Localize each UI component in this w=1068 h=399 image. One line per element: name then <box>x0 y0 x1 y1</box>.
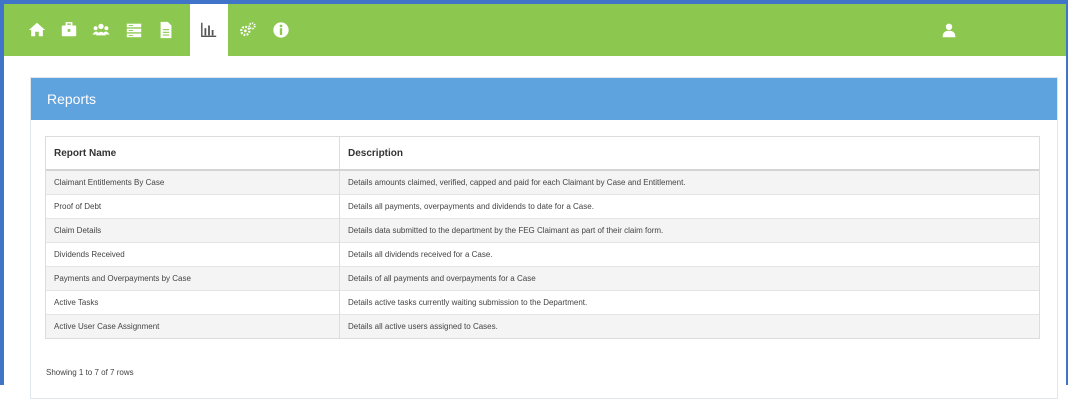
report-name-cell[interactable]: Active Tasks <box>46 290 340 315</box>
window-left-border <box>0 0 4 385</box>
reports-table: Report Name Description Claimant Entitle… <box>45 136 1040 339</box>
table-row[interactable]: Claimant Entitlements By Case Details am… <box>46 169 1039 195</box>
nav-reports[interactable] <box>190 4 228 56</box>
description-cell: Details all payments, overpayments and d… <box>339 194 1039 219</box>
top-navbar <box>4 4 1066 56</box>
report-name-cell[interactable]: Claim Details <box>46 218 340 243</box>
report-name-cell[interactable]: Claimant Entitlements By Case <box>46 169 340 195</box>
table-row[interactable]: Active Tasks Details active tasks curren… <box>46 290 1039 315</box>
document-icon <box>160 21 172 39</box>
column-header-description[interactable]: Description <box>339 137 1039 171</box>
report-name-cell[interactable]: Active User Case Assignment <box>46 314 340 338</box>
nav-info[interactable] <box>262 4 300 56</box>
table-row[interactable]: Active User Case Assignment Details all … <box>46 314 1039 338</box>
report-name-cell[interactable]: Payments and Overpayments by Case <box>46 266 340 291</box>
home-icon <box>28 22 46 37</box>
reports-panel: Reports Report Name Description Claimant… <box>30 77 1058 399</box>
description-cell: Details all dividends received for a Cas… <box>339 242 1039 267</box>
panel-title: Reports <box>47 91 97 107</box>
description-cell: Details amounts claimed, verified, cappe… <box>339 169 1039 195</box>
user-icon <box>942 23 956 38</box>
gears-icon <box>240 22 256 37</box>
description-cell: Details data submitted to the department… <box>339 218 1039 243</box>
description-cell: Details active tasks currently waiting s… <box>339 290 1039 315</box>
nav-documents[interactable] <box>147 4 185 56</box>
panel-header: Reports <box>31 78 1057 120</box>
info-icon <box>273 22 289 38</box>
table-row[interactable]: Claim Details Details data submitted to … <box>46 218 1039 243</box>
table-row[interactable]: Dividends Received Details all dividends… <box>46 242 1039 267</box>
nav-user-account[interactable] <box>933 4 965 56</box>
column-header-report-name[interactable]: Report Name <box>46 137 340 171</box>
report-name-cell[interactable]: Proof of Debt <box>46 194 340 219</box>
briefcase-icon <box>61 22 77 37</box>
report-name-cell[interactable]: Dividends Received <box>46 242 340 267</box>
description-cell: Details of all payments and overpayments… <box>339 266 1039 291</box>
table-row[interactable]: Proof of Debt Details all payments, over… <box>46 194 1039 219</box>
table-row[interactable]: Payments and Overpayments by Case Detail… <box>46 266 1039 291</box>
description-cell: Details all active users assigned to Cas… <box>339 314 1039 338</box>
table-header-row: Report Name Description <box>46 137 1039 171</box>
bar-chart-icon <box>201 22 217 38</box>
list-icon <box>126 23 142 38</box>
pagination-info: Showing 1 to 7 of 7 rows <box>46 368 134 377</box>
users-icon <box>92 23 110 36</box>
